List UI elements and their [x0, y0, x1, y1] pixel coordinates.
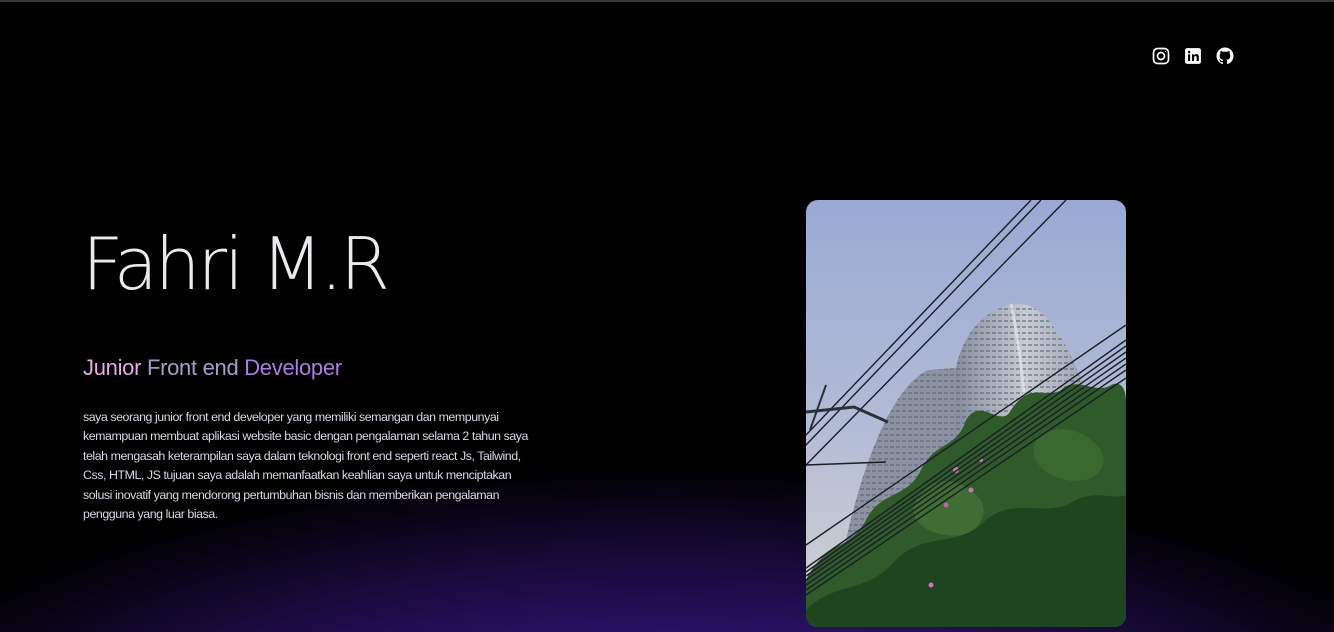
instagram-link[interactable]: [1151, 46, 1171, 66]
top-border: [0, 0, 1334, 2]
linkedin-link[interactable]: [1183, 46, 1203, 66]
profile-photo: [806, 200, 1126, 627]
role-front-end: Front end: [146, 355, 239, 380]
role-developer: Developer: [244, 355, 342, 380]
hero-role: Junior Front end Developer: [83, 354, 342, 382]
portfolio-page: Fahri M.R Junior Front end Developer say…: [0, 0, 1334, 632]
github-icon: [1215, 46, 1235, 66]
social-links: [1151, 46, 1235, 66]
github-link[interactable]: [1215, 46, 1235, 66]
linkedin-icon: [1183, 46, 1203, 66]
hero-bio: saya seorang junior front end developer …: [83, 410, 528, 522]
hero-name: Fahri M.R: [82, 222, 390, 306]
instagram-icon: [1151, 46, 1171, 66]
role-junior: Junior: [83, 355, 142, 380]
